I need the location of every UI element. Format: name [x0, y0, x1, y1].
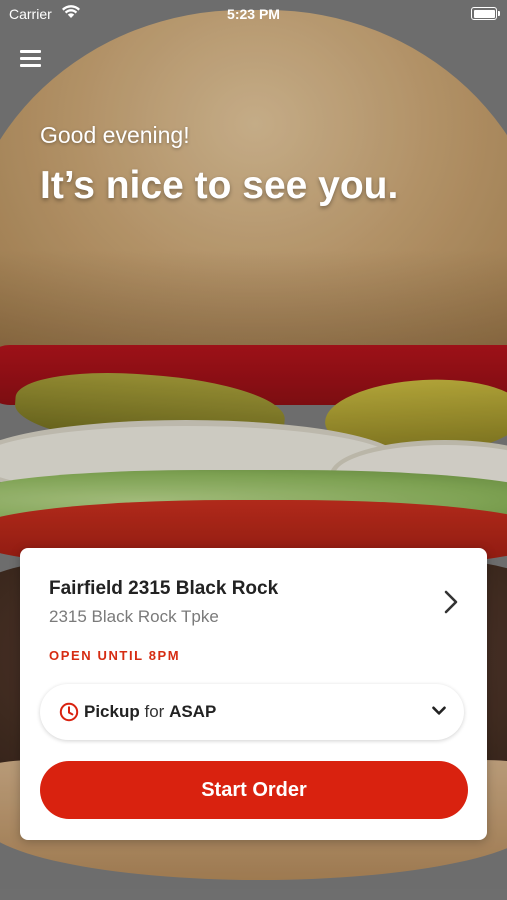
store-address: 2315 Black Rock Tpke [49, 607, 219, 626]
store-name[interactable]: Fairfield 2315 Black Rock [49, 578, 278, 600]
store-card: Fairfield 2315 Black Rock 2315 Black Roc… [20, 548, 487, 840]
greeting-text: Good evening! [40, 122, 190, 148]
clock-icon [59, 702, 79, 722]
status-bar: Carrier 5:23 PM [0, 0, 507, 28]
chevron-right-icon[interactable] [440, 588, 462, 616]
start-order-button[interactable]: Start Order [40, 761, 468, 819]
order-time: ASAP [169, 702, 217, 721]
chevron-down-icon [432, 706, 446, 715]
status-time: 5:23 PM [227, 6, 280, 22]
order-mode-dropdown[interactable]: Pickup for ASAP [40, 684, 464, 740]
order-method: Pickup [84, 702, 140, 721]
hamburger-menu-icon[interactable] [20, 48, 42, 68]
order-mode-text: Pickup for ASAP [84, 702, 216, 722]
welcome-headline: It’s nice to see you. [40, 164, 399, 207]
order-mode-connector: for [144, 702, 165, 721]
battery-icon [471, 7, 500, 20]
open-status-label: OPEN UNTIL 8PM [49, 648, 181, 663]
